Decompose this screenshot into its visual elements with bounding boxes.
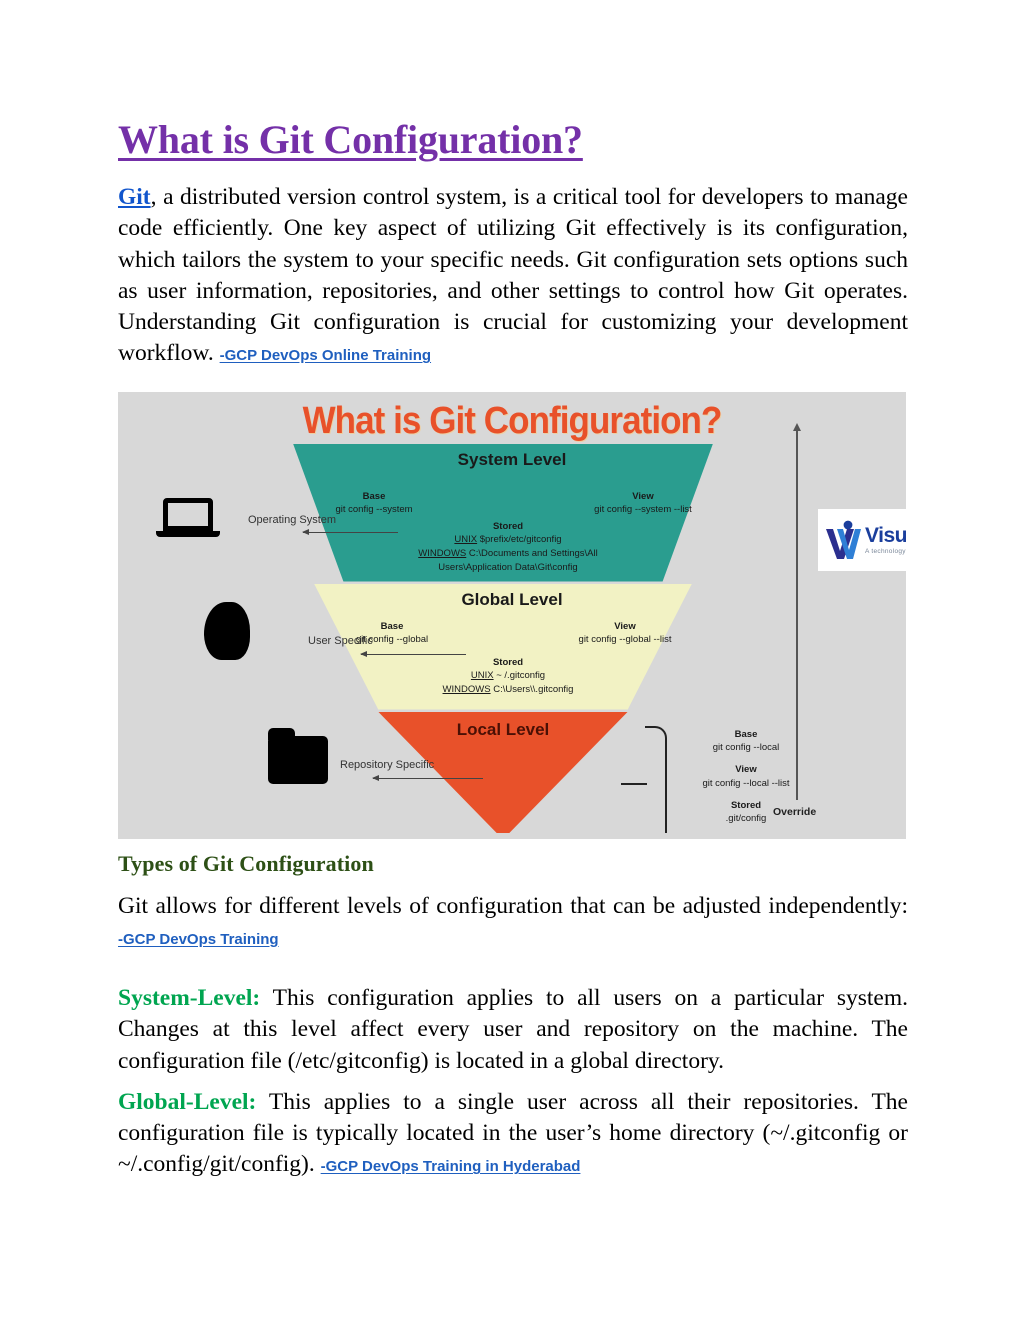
local-base-block: Base git config --local [671,728,821,756]
types-paragraph-text: Git allows for different levels of confi… [118,892,908,919]
local-base-label: Base [734,728,758,740]
global-stored-windows-path: C:\Users\\.gitconfig [490,684,574,696]
local-stored-path: .git/config [725,813,767,825]
laptop-base-shape [156,530,220,537]
infographic-bottom-strip [118,832,906,839]
document-page: What is Git Configuration? Git, a distri… [0,0,1024,1325]
global-level-lead: Global-Level: [118,1088,257,1115]
repository-specific-arrow-icon [372,775,483,781]
folder-icon [268,727,328,784]
git-link[interactable]: Git [118,184,151,210]
system-stored-unix-os: UNIX [454,534,478,546]
intro-paragraph: Git, a distributed version control syste… [118,182,908,370]
types-paragraph: Git allows for different levels of confi… [118,891,908,954]
gcp-devops-training-link[interactable]: -GCP DevOps Training [118,931,279,948]
visualpath-text: Visualpath A technology school [865,525,906,555]
repository-specific-label: Repository Specific [340,758,435,771]
override-arrow-icon [793,422,800,800]
infographic-title: What is Git Configuration? [302,399,723,442]
global-stored-unix-os: UNIX [470,670,494,682]
user-specific-arrow-icon [360,651,466,657]
local-base-command: git config --local [712,742,780,754]
system-stored-unix-path: $prefix/etc/gitconfig [477,534,562,546]
system-base-label: Base [362,490,386,502]
system-base-command: git config --system [335,504,413,516]
local-level-brace-stem [621,782,647,785]
gcp-devops-training-hyderabad-link[interactable]: -GCP DevOps Training in Hyderabad [321,1158,581,1175]
system-stored-block: Stored UNIX $prefix/etc/gitconfig WINDOW… [348,520,668,575]
global-view-command: git config --global --list [578,634,672,646]
visualpath-mark-icon [823,519,863,561]
system-stored-windows-os: WINDOWS [418,548,467,560]
local-level-brace [645,725,667,839]
local-view-block: View git config --local --list [671,763,821,791]
system-view-block: View git config --system --list [568,490,718,518]
operating-system-label: Operating System [248,513,337,526]
types-section-heading: Types of Git Configuration [118,850,374,876]
global-view-block: View git config --global --list [550,620,700,648]
global-view-label: View [614,620,636,632]
system-view-label: View [632,490,654,502]
visualpath-tagline: A technology school [865,547,906,555]
laptop-icon [156,497,220,542]
system-stored-windows-path-cont: Users\Application Data\Git\config [438,561,578,573]
visualpath-name: Visualpath [865,523,906,547]
document-content: What is Git Configuration? Git, a distri… [118,118,908,1191]
intro-text: , a distributed version control system, … [118,184,908,367]
page-title: What is Git Configuration? [118,117,583,162]
local-view-label: View [735,764,757,776]
override-label: Override [773,805,817,818]
global-stored-unix-path: ~ /.gitconfig [493,670,546,682]
system-stored-windows-path: C:\Documents and Settings\All [466,548,598,560]
local-level-title: Local Level [456,719,550,739]
user-head-icon [204,601,250,660]
system-view-command: git config --system --list [594,504,692,516]
global-stored-block: Stored UNIX ~ /.gitconfig WINDOWS C:\Use… [368,656,648,697]
local-view-command: git config --local --list [702,777,790,789]
system-level-paragraph: System-Level: This configuration applies… [118,983,908,1077]
global-level-paragraph: Global-Level: This applies to a single u… [118,1087,908,1181]
global-base-label: Base [380,620,404,632]
system-level-title: System Level [457,449,567,469]
laptop-screen-shape [163,497,213,531]
git-configuration-infographic: What is Git Configuration? System Level … [118,391,906,839]
operating-system-arrow-icon [302,529,398,535]
local-level-detail: Base git config --local View git config … [671,728,821,835]
visualpath-logo: Visualpath A technology school [818,508,906,571]
global-stored-windows-os: WINDOWS [442,684,491,696]
global-stored-label: Stored [492,656,524,668]
gcp-devops-online-training-link[interactable]: -GCP DevOps Online Training [220,347,431,364]
user-specific-label: User Specific [308,634,373,647]
system-level-lead: System-Level: [118,985,261,1011]
